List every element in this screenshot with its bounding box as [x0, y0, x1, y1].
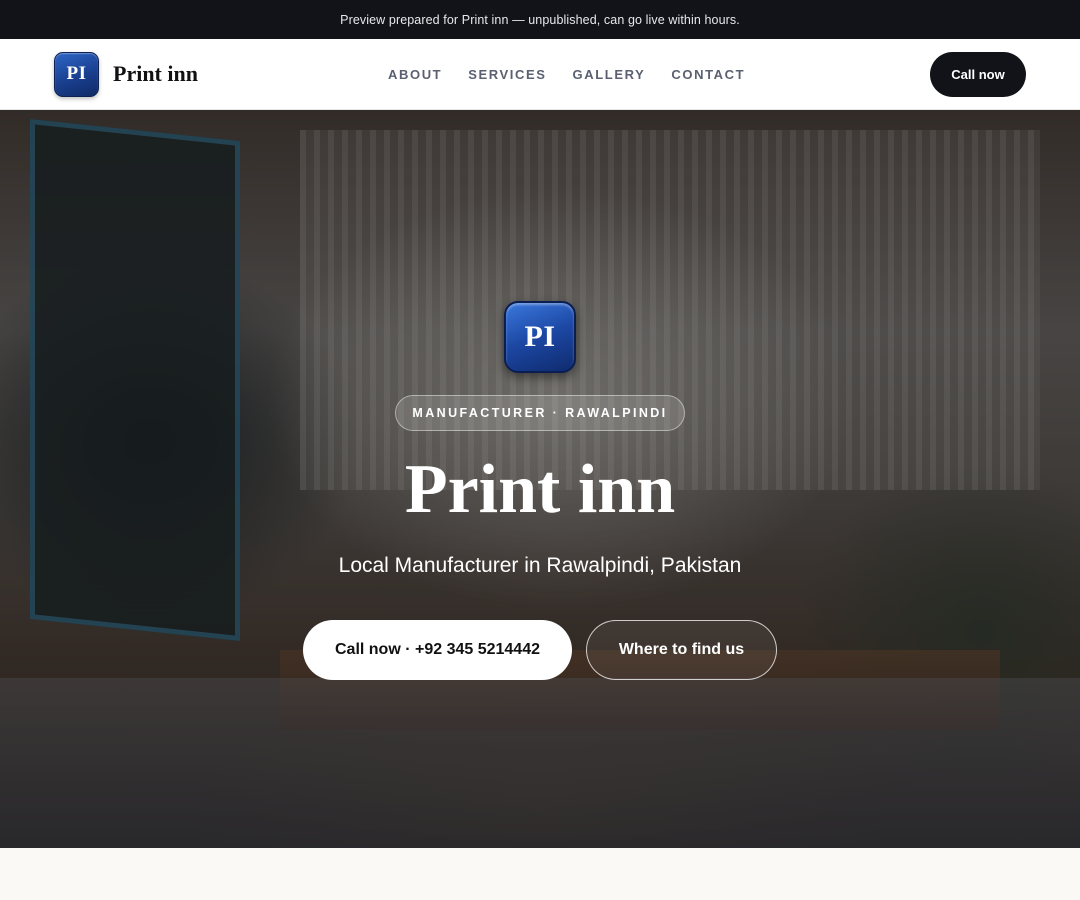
main-nav: ABOUT SERVICES GALLERY CONTACT	[388, 39, 745, 110]
next-section	[0, 848, 1080, 900]
call-phone-button[interactable]: Call now · +92 345 5214442	[303, 620, 572, 680]
category-badge: MANUFACTURER · RAWALPINDI	[395, 395, 685, 431]
hero-content: PI MANUFACTURER · RAWALPINDI Print inn L…	[0, 110, 1080, 848]
logo-initials: PI	[66, 63, 87, 84]
hero-subtitle: Local Manufacturer in Rawalpindi, Pakist…	[338, 554, 742, 577]
announcement-bar: Preview prepared for Print inn — unpubli…	[0, 0, 1080, 39]
hero-logo-icon: PI	[504, 301, 576, 373]
logo-icon: PI	[54, 51, 99, 97]
brand-name: Print inn	[113, 61, 198, 86]
nav-link-contact[interactable]: CONTACT	[671, 67, 745, 82]
find-us-button[interactable]: Where to find us	[586, 620, 777, 680]
hero-title: Print inn	[404, 451, 676, 528]
site-header: PI Print inn ABOUT SERVICES GALLERY CONT…	[0, 39, 1080, 110]
nav-link-gallery[interactable]: GALLERY	[573, 67, 646, 82]
brand[interactable]: PI Print inn	[54, 51, 198, 97]
hero-section: PI MANUFACTURER · RAWALPINDI Print inn L…	[0, 110, 1080, 848]
call-now-button[interactable]: Call now	[930, 52, 1026, 97]
hero-logo-initials: PI	[524, 320, 556, 353]
nav-link-about[interactable]: ABOUT	[388, 67, 442, 82]
announcement-text: Preview prepared for Print inn — unpubli…	[340, 12, 740, 27]
nav-link-services[interactable]: SERVICES	[468, 67, 546, 82]
